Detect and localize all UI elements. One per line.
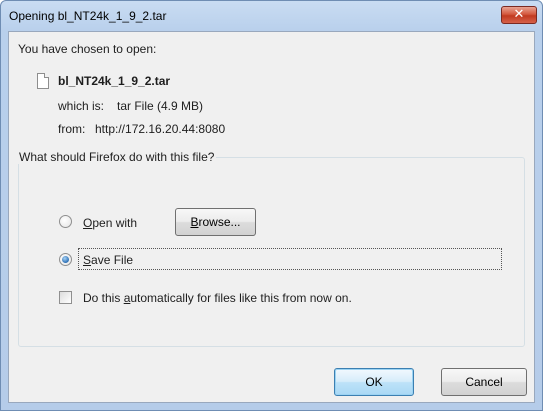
auto-action-label[interactable]: Do this automatically for files like thi… [83, 291, 352, 305]
intro-label: You have chosen to open: [18, 42, 157, 56]
file-name: bl_NT24k_1_9_2.tar [58, 74, 171, 88]
close-icon: ✕ [513, 7, 525, 22]
file-icon [37, 73, 49, 89]
which-is-label: which is: [58, 99, 105, 113]
title-bar[interactable]: Opening bl_NT24k_1_9_2.tar ✕ [1, 1, 542, 31]
from-label: from: [58, 122, 86, 136]
cancel-button[interactable]: Cancel [441, 368, 527, 396]
from-value: http://172.16.20.44:8080 [95, 122, 226, 136]
which-is-value: tar File (4.9 MB) [117, 99, 204, 113]
open-with-radio[interactable] [59, 215, 72, 228]
open-with-label[interactable]: Open with [83, 216, 137, 230]
save-file-label[interactable]: Save File [83, 253, 133, 267]
auto-action-checkbox[interactable] [59, 291, 72, 304]
dialog-body: You have chosen to open: bl_NT24k_1_9_2.… [8, 31, 535, 403]
save-file-radio[interactable] [59, 253, 72, 266]
ok-button[interactable]: OK [334, 368, 414, 396]
save-file-focus-rect [78, 248, 502, 270]
close-button[interactable]: ✕ [501, 6, 537, 24]
dialog-window: Opening bl_NT24k_1_9_2.tar ✕ You have ch… [0, 0, 543, 411]
browse-button[interactable]: Browse... [175, 208, 256, 236]
action-group-legend: What should Firefox do with this file? [16, 150, 217, 164]
window-title: Opening bl_NT24k_1_9_2.tar [9, 9, 167, 23]
